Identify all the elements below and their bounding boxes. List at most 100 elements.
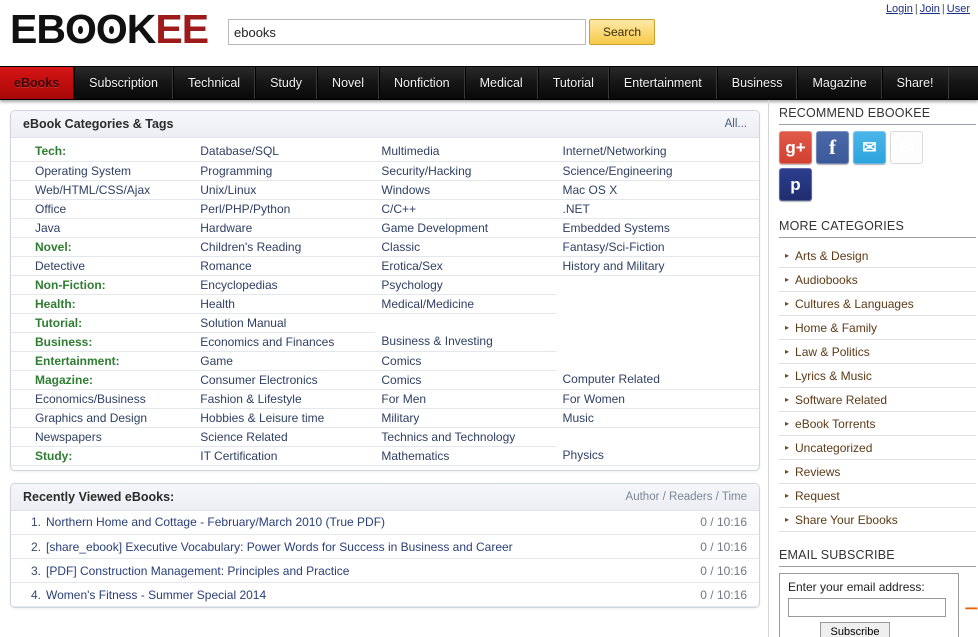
category-link[interactable]: Embedded Systems — [556, 218, 759, 238]
category-link[interactable]: Mac OS X — [556, 180, 759, 200]
category-link[interactable]: Game — [194, 351, 376, 371]
category-link[interactable]: IT Certification — [194, 446, 376, 466]
recent-row-title[interactable]: [PDF] Construction Management: Principle… — [45, 558, 639, 583]
category-link[interactable]: Comics — [375, 351, 557, 371]
category-link[interactable]: Encyclopedias — [194, 275, 376, 295]
category-link[interactable]: Graphics and Design — [11, 408, 195, 428]
category-link[interactable]: Music — [556, 408, 759, 428]
category-link[interactable]: For Men — [375, 389, 557, 409]
category-link[interactable]: Classic — [375, 237, 557, 257]
join-link[interactable]: Join — [920, 3, 940, 15]
sidebar-category-share-your-ebooks[interactable]: ▸ Share Your Ebooks — [779, 508, 976, 532]
sidebar-category-lyrics-music[interactable]: ▸ Lyrics & Music — [779, 364, 976, 388]
category-link[interactable]: Detective — [11, 256, 195, 276]
category-link[interactable]: Consumer Electronics — [194, 370, 376, 390]
category-group-header[interactable]: Tutorial: — [11, 313, 195, 333]
nav-tab-ebooks[interactable]: eBooks — [0, 67, 75, 99]
recent-row-title-link[interactable]: [PDF] Construction Management: Principle… — [46, 564, 349, 578]
category-group-header[interactable]: Business: — [11, 332, 195, 352]
nav-tab-magazine[interactable]: Magazine — [797, 67, 882, 99]
sidebar-category-reviews[interactable]: ▸ Reviews — [779, 460, 976, 484]
category-link[interactable]: Web/HTML/CSS/Ajax — [11, 180, 195, 200]
sidebar-category-law-politics[interactable]: ▸ Law & Politics — [779, 340, 976, 364]
category-group-header[interactable]: Health: — [11, 294, 195, 314]
category-group-header[interactable]: Novel: — [11, 237, 195, 257]
category-link[interactable]: Fashion & Lifestyle — [194, 389, 376, 409]
nav-tab-technical[interactable]: Technical — [172, 67, 256, 99]
recent-row-title[interactable]: Northern Home and Cottage - February/Mar… — [45, 510, 639, 535]
category-link[interactable]: History and Military — [556, 256, 759, 276]
nav-tab-nonfiction[interactable]: Nonfiction — [379, 67, 465, 99]
nav-tab-tutorial[interactable]: Tutorial — [537, 67, 609, 99]
plurk-icon[interactable]: p — [779, 168, 812, 201]
email-icon[interactable]: ✉ — [890, 131, 923, 164]
sidebar-category-home-family[interactable]: ▸ Home & Family — [779, 316, 976, 340]
category-link[interactable]: Health — [194, 294, 376, 314]
category-link[interactable]: Economics/Business — [11, 389, 195, 409]
category-link[interactable]: Programming — [194, 161, 376, 181]
category-link[interactable]: Medical/Medicine — [375, 294, 557, 314]
category-link[interactable]: Game Development — [375, 218, 557, 238]
search-button[interactable]: Search — [589, 19, 655, 45]
recent-row-title[interactable]: Women's Fitness - Summer Special 2014 — [45, 582, 639, 607]
sidebar-category-request[interactable]: ▸ Request — [779, 484, 976, 508]
category-link[interactable]: Science Related — [194, 427, 376, 447]
category-group-header[interactable]: Non-Fiction: — [11, 275, 195, 295]
category-link[interactable]: Economics and Finances — [194, 332, 376, 352]
recent-row-title[interactable]: [share_ebook] Executive Vocabulary: Powe… — [45, 534, 639, 559]
category-link[interactable]: Children's Reading — [194, 237, 376, 257]
nav-tab-entertainment[interactable]: Entertainment — [608, 67, 717, 99]
category-link[interactable]: Database/SQL — [194, 142, 376, 162]
category-link[interactable]: Business & Investing — [375, 332, 557, 352]
category-link[interactable]: Perl/PHP/Python — [194, 199, 376, 219]
sidebar-category-cultures-languages[interactable]: ▸ Cultures & Languages — [779, 292, 976, 316]
category-link[interactable]: C/C++ — [375, 199, 557, 219]
rss-feed-icon[interactable]: − — [964, 596, 978, 622]
category-link[interactable]: Physics — [556, 446, 759, 466]
sidebar-category-audiobooks[interactable]: ▸ Audiobooks — [779, 268, 976, 292]
category-group-header[interactable]: Study: — [11, 446, 195, 466]
category-link[interactable]: Hobbies & Leisure time — [194, 408, 376, 428]
category-group-header[interactable]: Entertainment: — [11, 351, 195, 371]
category-group-header[interactable]: Magazine: — [11, 370, 195, 390]
recent-row-title-link[interactable]: [share_ebook] Executive Vocabulary: Powe… — [46, 540, 513, 554]
category-group-header[interactable]: Tech: — [11, 142, 195, 162]
category-link[interactable]: Technics and Technology — [375, 427, 557, 447]
category-link[interactable]: Unix/Linux — [194, 180, 376, 200]
twitter-icon[interactable]: ✉ — [853, 131, 886, 164]
facebook-icon[interactable]: f — [816, 131, 849, 164]
recent-row-title-link[interactable]: Northern Home and Cottage - February/Mar… — [46, 515, 385, 529]
category-link[interactable]: Comics — [375, 370, 557, 390]
email-subscribe-button[interactable]: Subscribe — [820, 622, 890, 637]
category-link[interactable]: Security/Hacking — [375, 161, 557, 181]
category-link[interactable]: Hardware — [194, 218, 376, 238]
category-link[interactable]: Fantasy/Sci-Fiction — [556, 237, 759, 257]
google-plus-icon[interactable]: g+ — [779, 131, 812, 164]
nav-tab-business[interactable]: Business — [716, 67, 798, 99]
category-link[interactable]: Computer Related — [556, 370, 759, 390]
category-link[interactable]: Science/Engineering — [556, 161, 759, 181]
nav-tab-subscription[interactable]: Subscription — [74, 67, 173, 99]
user-link[interactable]: User — [947, 3, 970, 15]
search-input[interactable] — [228, 19, 586, 45]
category-link[interactable]: Office — [11, 199, 195, 219]
sidebar-category-software-related[interactable]: ▸ Software Related — [779, 388, 976, 412]
site-logo[interactable]: EBOOKEE — [10, 6, 209, 52]
email-subscribe-input[interactable] — [788, 598, 946, 617]
nav-tab-novel[interactable]: Novel — [317, 67, 380, 99]
category-link[interactable]: Erotica/Sex — [375, 256, 557, 276]
category-link[interactable]: Military — [375, 408, 557, 428]
category-link[interactable]: Newspapers — [11, 427, 195, 447]
category-link[interactable]: Operating System — [11, 161, 195, 181]
category-link[interactable]: .NET — [556, 199, 759, 219]
sidebar-category-arts-design[interactable]: ▸ Arts & Design — [779, 244, 976, 268]
category-link[interactable]: Java — [11, 218, 195, 238]
category-link[interactable]: Internet/Networking — [556, 142, 759, 162]
category-link[interactable]: Solution Manual — [194, 313, 376, 333]
category-link[interactable]: Multimedia — [375, 142, 557, 162]
recent-row-title-link[interactable]: Women's Fitness - Summer Special 2014 — [46, 588, 266, 602]
nav-tab-study[interactable]: Study — [255, 67, 318, 99]
sidebar-category-ebook-torrents[interactable]: ▸ eBook Torrents — [779, 412, 976, 436]
category-link[interactable]: Romance — [194, 256, 376, 276]
sidebar-category-uncategorized[interactable]: ▸ Uncategorized — [779, 436, 976, 460]
